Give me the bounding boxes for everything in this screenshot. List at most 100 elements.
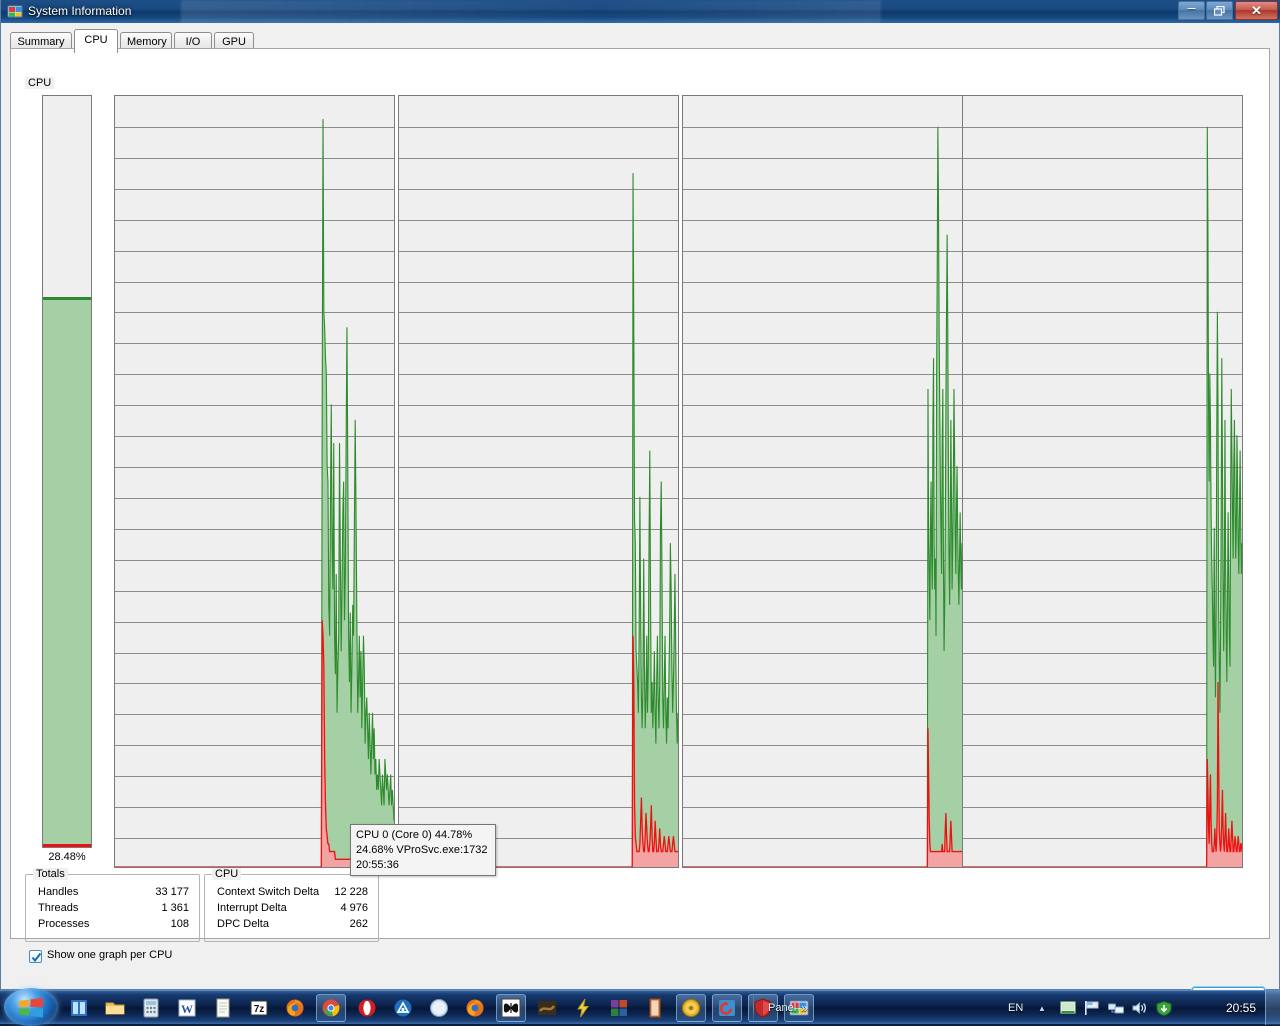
7zip-icon: 7z — [244, 994, 274, 1022]
tray-security-shield-icon[interactable] — [1156, 991, 1172, 1025]
show-hidden-icons-button[interactable]: ▲ — [1038, 991, 1046, 1025]
taskbar-icon-recovery[interactable] — [712, 994, 742, 1022]
taskbar: W 7z Panel » EN ▲ 20:55 — [0, 988, 1280, 1026]
aggregate-cpu-gauge — [42, 95, 92, 848]
restore-icon — [1207, 2, 1232, 19]
tooltip-line-time: 20:55:36 — [356, 859, 399, 871]
start-button[interactable] — [4, 988, 58, 1026]
taskbar-icon-notepad[interactable] — [208, 994, 238, 1022]
cpu-graph-3[interactable] — [962, 95, 1243, 868]
butterfly-icon — [497, 995, 525, 1021]
client-area: Summary CPU Memory I/O GPU CPU 28.48% CPU 0 … — [1, 23, 1279, 1009]
clock-text: 20:55 — [1225, 1001, 1256, 1015]
word-icon: W — [172, 994, 202, 1022]
taskbar-icon-snake[interactable] — [532, 994, 562, 1022]
taskbar-icon-firefox-2[interactable] — [460, 994, 490, 1022]
firefox-icon — [280, 994, 310, 1022]
tray-language-indicator[interactable]: EN — [1008, 991, 1023, 1025]
chevron-up-icon: ▲ — [1038, 1003, 1046, 1013]
tray-monitor-icon[interactable] — [1060, 991, 1076, 1025]
calculator-icon — [136, 994, 166, 1022]
cpu-group-caption: CPU — [25, 77, 55, 89]
tooltip-line-process: 24.68% VProSvc.exe:1732 — [356, 844, 488, 856]
stat-label: Handles — [38, 886, 79, 898]
minimize-icon: – — [1187, 0, 1196, 15]
gauge-kernel-fill — [43, 844, 91, 847]
taskbar-icon-folder[interactable] — [100, 994, 130, 1022]
svg-text:W: W — [181, 1002, 193, 1016]
stat-value: 4 976 — [340, 902, 368, 914]
cpu-graph-series-3 — [963, 126, 1242, 867]
cpu-totals-group: CPU Context Switch Delta 12 228 Interrupt … — [204, 868, 379, 942]
tray-flag-icon[interactable] — [1084, 991, 1100, 1025]
minimize-button[interactable]: – — [1178, 0, 1205, 20]
stat-label: Interrupt Delta — [217, 902, 287, 914]
taskbar-icon-firefox[interactable] — [280, 994, 310, 1022]
system-information-window: System Information – ✕ Summary CPU Memory I… — [0, 0, 1280, 1009]
cpu-graph-0[interactable] — [114, 95, 395, 868]
cpu-graph-series-0 — [115, 119, 394, 867]
taskbar-icon-puzzle[interactable] — [604, 994, 634, 1022]
taskbar-icon-book[interactable] — [640, 994, 670, 1022]
cpu-graph-series-2 — [683, 126, 962, 867]
cpu-graph-series-1 — [399, 173, 678, 867]
system-information-icon — [7, 4, 23, 20]
totals-group: Totals Handles 33 177 Threads 1 361 Processe… — [25, 868, 200, 942]
stat-value: 108 — [170, 918, 189, 930]
stat-label: Threads — [38, 902, 79, 914]
snake-icon — [532, 994, 562, 1022]
tray-panel-text: Panel — [768, 1002, 797, 1014]
check-icon — [31, 952, 42, 963]
chrome-icon — [317, 995, 345, 1021]
stat-label: Context Switch Delta — [217, 886, 320, 898]
maximize-restore-button[interactable] — [1206, 1, 1233, 20]
stat-value: 1 361 — [161, 902, 189, 914]
taskbar-icon-opera[interactable] — [352, 994, 382, 1022]
window-title: System Information — [28, 4, 132, 18]
gauge-track — [42, 95, 92, 848]
tray-language-text: EN — [1008, 1002, 1024, 1014]
taskbar-icon-calculator[interactable] — [136, 994, 166, 1022]
tray-network-icon[interactable] — [1108, 991, 1124, 1025]
cpu-totals-group-title: CPU — [212, 868, 242, 880]
cpu-graph-1[interactable] — [398, 95, 679, 868]
taskbar-icon-lightning[interactable] — [568, 994, 598, 1022]
cpu-tooltip: CPU 0 (Core 0) 44.78% 24.68% VProSvc.exe… — [350, 824, 496, 876]
tab-cpu[interactable]: CPU — [74, 29, 118, 53]
stat-value: 12 228 — [334, 886, 368, 898]
coin-icon — [677, 995, 705, 1021]
taskbar-icon-chrome[interactable] — [316, 994, 346, 1022]
gauge-percent-label: 28.48% — [48, 851, 86, 863]
taskbar-icon-explorer-blue[interactable] — [64, 994, 94, 1022]
maxthon-icon — [388, 994, 418, 1022]
puzzle-icon — [604, 994, 634, 1022]
lightning-icon — [568, 994, 598, 1022]
book-icon — [640, 994, 670, 1022]
taskbar-icon-coin[interactable] — [676, 994, 706, 1022]
taskbar-icon-7zip[interactable]: 7z — [244, 994, 274, 1022]
notepad-icon — [208, 994, 238, 1022]
show-one-graph-per-cpu-label: Show one graph per CPU — [47, 949, 173, 961]
opera-icon — [352, 994, 382, 1022]
firefox-icon — [460, 994, 490, 1022]
cpu-graph-2[interactable] — [682, 95, 963, 868]
close-button[interactable]: ✕ — [1235, 1, 1278, 20]
tray-panel-label: Panel » — [768, 991, 808, 1025]
safari-icon — [424, 994, 454, 1022]
explorer-blue-icon — [64, 994, 94, 1022]
show-desktop-button[interactable] — [1265, 991, 1280, 1025]
tray-overflow-icon[interactable]: » — [801, 1001, 808, 1015]
taskbar-icon-butterfly[interactable] — [496, 994, 526, 1022]
taskbar-icon-word[interactable]: W — [172, 994, 202, 1022]
stat-label: Processes — [38, 918, 90, 930]
taskbar-icon-safari[interactable] — [424, 994, 454, 1022]
tray-volume-icon[interactable] — [1132, 991, 1148, 1025]
windows-logo-icon — [19, 998, 43, 1018]
stat-value: 33 177 — [155, 886, 189, 898]
taskbar-icon-maxthon[interactable] — [388, 994, 418, 1022]
show-one-graph-per-cpu-checkbox[interactable] — [29, 950, 42, 963]
stat-value: 262 — [349, 918, 368, 930]
tooltip-line-cpu: CPU 0 (Core 0) 44.78% — [356, 829, 473, 841]
title-bar[interactable]: System Information – ✕ — [1, 0, 1280, 23]
taskbar-clock[interactable]: 20:55 — [1226, 991, 1256, 1025]
